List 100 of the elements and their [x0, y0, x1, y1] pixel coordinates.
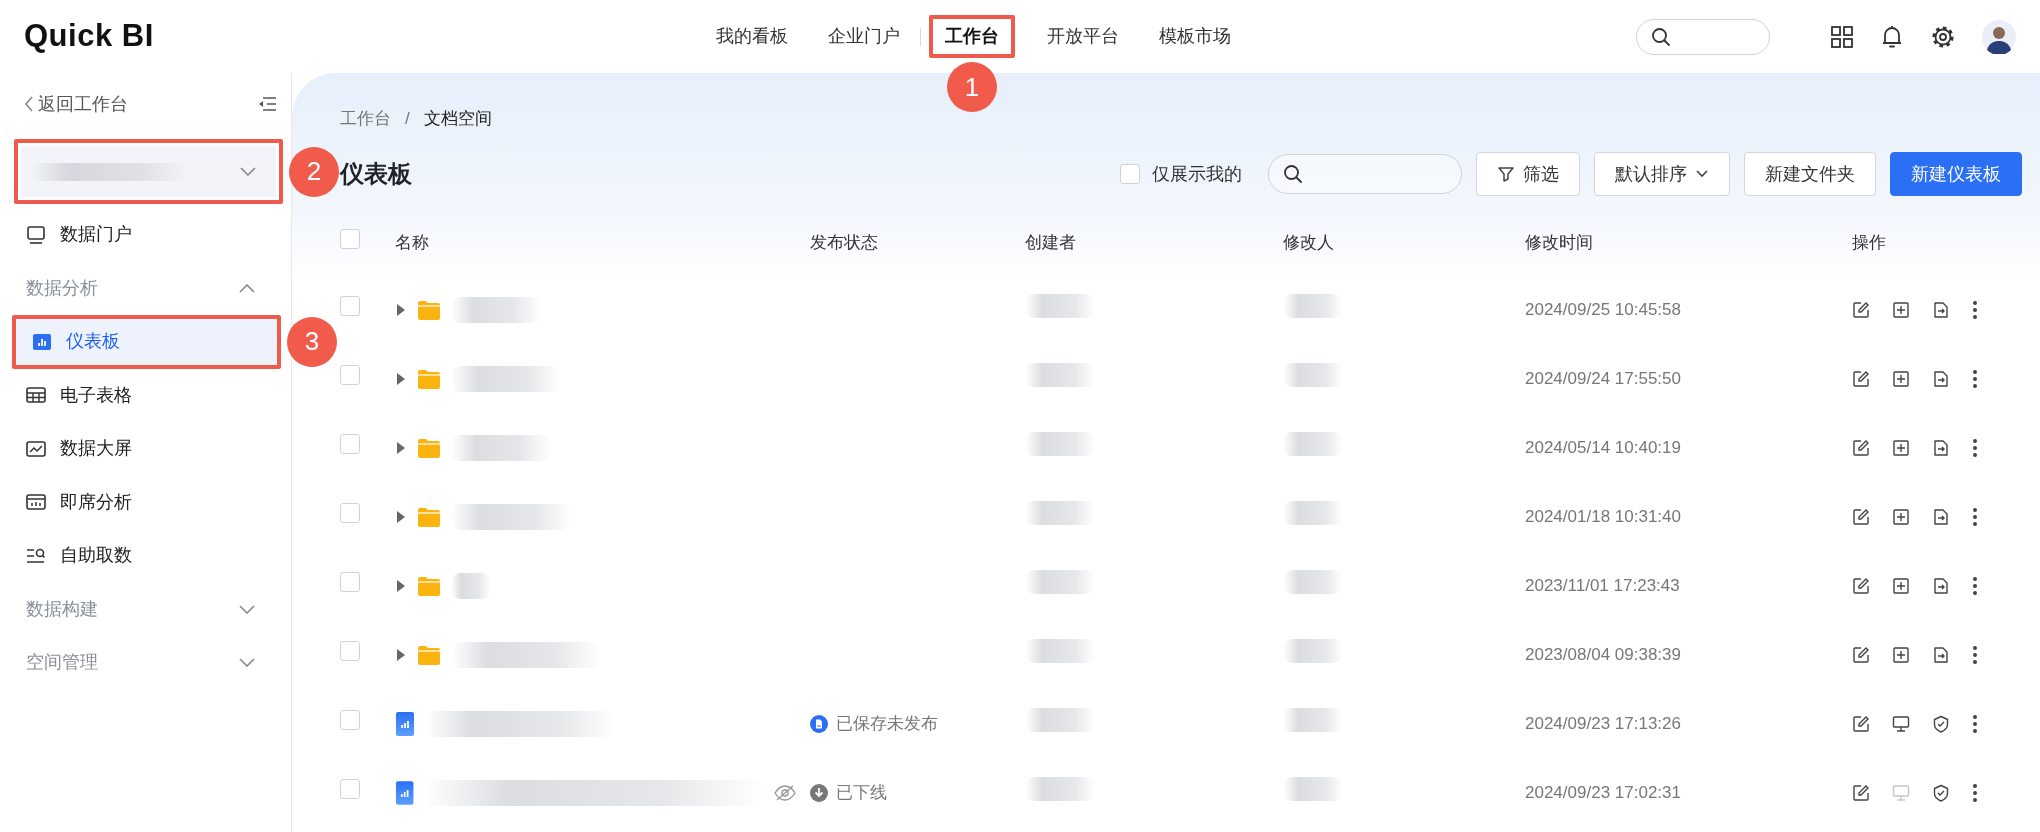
line-chart-icon — [26, 438, 46, 459]
file-arrow-icon[interactable] — [1932, 369, 1950, 388]
expand-caret-icon[interactable] — [395, 302, 407, 317]
back-link[interactable]: 返回工作台 — [24, 90, 128, 118]
settings-icon[interactable] — [1930, 23, 1956, 50]
more-vertical-icon[interactable] — [1972, 506, 1978, 527]
monitor-icon[interactable] — [1892, 714, 1910, 733]
nav-tab[interactable]: 工作台 — [937, 19, 1007, 54]
redacted-text — [1283, 707, 1343, 732]
more-vertical-icon[interactable] — [1972, 713, 1978, 734]
status-label: 已下线 — [836, 781, 887, 804]
more-vertical-icon[interactable] — [1972, 368, 1978, 389]
plus-square-icon[interactable] — [1892, 300, 1910, 319]
table-icon — [26, 385, 46, 406]
plus-square-icon[interactable] — [1892, 438, 1910, 457]
expand-caret-icon[interactable] — [395, 578, 407, 593]
table-cell: 2024/09/24 17:55:50 — [1525, 368, 1681, 388]
dashboard-icon — [395, 710, 415, 737]
file-arrow-icon[interactable] — [1932, 507, 1950, 526]
redacted-text — [1283, 293, 1343, 318]
checkbox[interactable] — [340, 778, 360, 799]
sort-dropdown[interactable]: 默认排序 — [1594, 152, 1730, 196]
more-vertical-icon[interactable] — [1972, 437, 1978, 458]
plus-square-icon[interactable] — [1892, 645, 1910, 664]
checkbox[interactable] — [340, 295, 360, 316]
more-vertical-icon[interactable] — [1972, 575, 1978, 596]
redacted-text — [1025, 776, 1095, 801]
table-cell: 2024/09/23 17:02:31 — [1525, 782, 1681, 802]
file-arrow-icon[interactable] — [1932, 300, 1950, 319]
dashboard-icon — [395, 779, 415, 806]
edit-icon[interactable] — [1852, 300, 1870, 319]
checkbox[interactable] — [1120, 164, 1140, 184]
table-cell: 2024/01/18 10:31:40 — [1525, 506, 1681, 526]
edit-icon[interactable] — [1852, 645, 1870, 664]
column-header: 发布状态 — [810, 233, 878, 253]
edit-icon[interactable] — [1852, 783, 1870, 802]
folder-icon — [417, 643, 441, 666]
table-cell: 2024/05/14 10:40:19 — [1525, 437, 1681, 457]
checkbox[interactable] — [340, 709, 360, 730]
search-icon — [1283, 164, 1303, 184]
folder-icon — [417, 505, 441, 528]
bell-icon[interactable] — [1880, 23, 1904, 50]
toolbar-button[interactable]: 新建仪表板 — [1890, 152, 2022, 196]
sidebar-item[interactable]: 自助取数 — [10, 529, 279, 583]
redacted-text — [1283, 776, 1343, 801]
logo: Quick BI — [24, 17, 155, 56]
column-header: 操作 — [1852, 233, 1886, 253]
checkbox[interactable] — [340, 571, 360, 592]
collapse-menu-icon[interactable] — [257, 95, 277, 113]
edit-icon[interactable] — [1852, 438, 1870, 457]
file-arrow-icon[interactable] — [1932, 576, 1950, 595]
checkbox-label[interactable]: 仅展示我的 — [1152, 160, 1242, 188]
edit-icon[interactable] — [1852, 714, 1870, 733]
more-vertical-icon[interactable] — [1972, 782, 1978, 803]
shield-check-icon[interactable] — [1932, 714, 1950, 733]
nav-tab[interactable]: 模板市场 — [1151, 19, 1239, 54]
file-arrow-icon[interactable] — [1932, 438, 1950, 457]
folder-icon — [417, 367, 441, 390]
expand-caret-icon[interactable] — [395, 647, 407, 662]
sidebar-item[interactable]: 数据大屏 — [10, 422, 279, 476]
sidebar-item[interactable]: 仪表板 — [16, 319, 277, 365]
checkbox[interactable] — [340, 640, 360, 661]
sidebar-item[interactable]: 数据门户 — [10, 208, 279, 262]
checkbox[interactable] — [340, 229, 360, 250]
more-vertical-icon[interactable] — [1972, 644, 1978, 665]
plus-square-icon[interactable] — [1892, 576, 1910, 595]
search-field[interactable] — [1268, 154, 1462, 194]
more-vertical-icon[interactable] — [1972, 299, 1978, 320]
edit-icon[interactable] — [1852, 369, 1870, 388]
checkbox[interactable] — [340, 364, 360, 385]
redacted-text — [1025, 638, 1095, 663]
shield-check-icon[interactable] — [1932, 783, 1950, 802]
redacted-text — [1283, 362, 1343, 387]
edit-icon[interactable] — [1852, 507, 1870, 526]
folder-icon — [417, 574, 441, 597]
column-header: 名称 — [395, 233, 429, 253]
chevron-left-icon — [24, 96, 34, 112]
apps-grid-icon[interactable] — [1830, 24, 1854, 49]
expand-caret-icon[interactable] — [395, 509, 407, 524]
plus-square-icon[interactable] — [1892, 507, 1910, 526]
breadcrumb-item: 文档空间 — [423, 107, 492, 130]
file-arrow-icon[interactable] — [1932, 645, 1950, 664]
redacted-text — [1025, 707, 1095, 732]
sidebar-item[interactable]: 即席分析 — [10, 475, 279, 529]
sidebar-item[interactable]: 电子表格 — [10, 368, 279, 422]
avatar-icon[interactable] — [1982, 19, 2016, 54]
expand-caret-icon[interactable] — [395, 371, 407, 386]
nav-tab[interactable]: 企业门户 — [820, 19, 908, 54]
filter-icon — [1497, 165, 1515, 183]
checkbox[interactable] — [340, 433, 360, 454]
breadcrumb-separator: / — [405, 107, 410, 130]
checkbox[interactable] — [340, 502, 360, 523]
toolbar-button[interactable]: 筛选 — [1476, 152, 1580, 196]
nav-tab[interactable]: 开放平台 — [1039, 19, 1127, 54]
nav-tab[interactable]: 我的看板 — [708, 19, 796, 54]
breadcrumb-item[interactable]: 工作台 — [340, 105, 391, 131]
expand-caret-icon[interactable] — [395, 440, 407, 455]
edit-icon[interactable] — [1852, 576, 1870, 595]
toolbar-button[interactable]: 新建文件夹 — [1744, 152, 1876, 196]
plus-square-icon[interactable] — [1892, 369, 1910, 388]
